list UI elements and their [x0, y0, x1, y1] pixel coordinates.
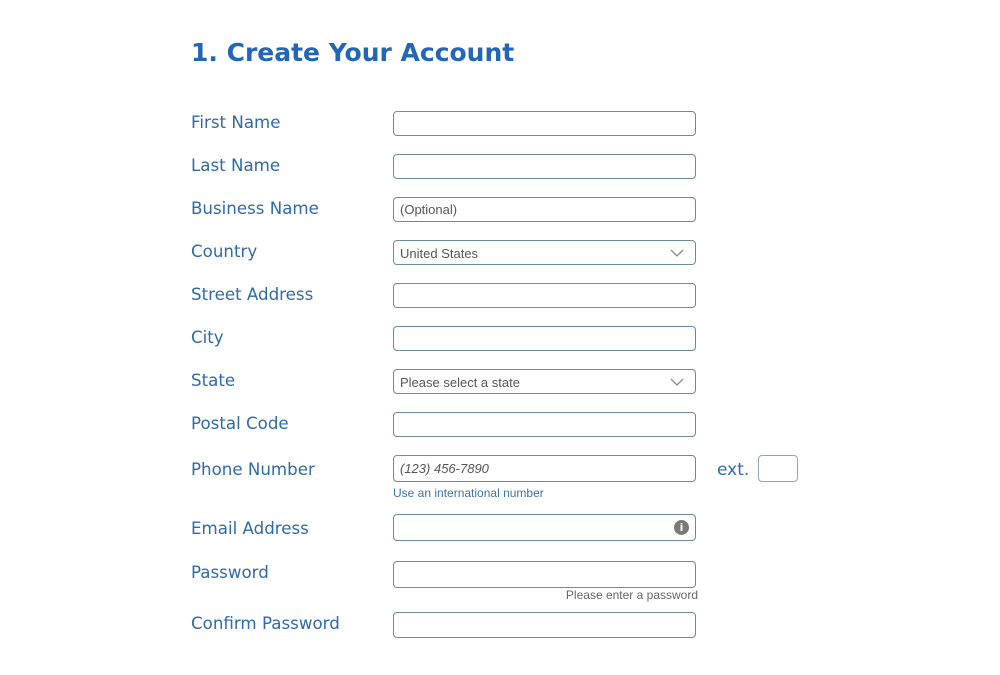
chevron-down-icon — [670, 378, 684, 386]
phone-ext-field-wrapper — [758, 455, 798, 482]
country-select[interactable]: United States — [393, 240, 696, 265]
business-name-field-wrapper — [393, 197, 696, 222]
business-name-input[interactable] — [394, 198, 695, 221]
street-address-field-wrapper — [393, 283, 696, 308]
street-address-input[interactable] — [394, 284, 695, 307]
business-name-label: Business Name — [191, 199, 319, 219]
postal-code-input[interactable] — [394, 413, 695, 436]
phone-ext-label: ext. — [717, 460, 750, 480]
password-hint: Please enter a password — [565, 588, 698, 602]
phone-number-field-wrapper — [393, 455, 696, 482]
confirm-password-field-wrapper — [393, 612, 696, 638]
email-address-input[interactable] — [394, 515, 695, 540]
first-name-field-wrapper — [393, 111, 696, 136]
postal-code-field-wrapper — [393, 412, 696, 437]
first-name-input[interactable] — [394, 112, 695, 135]
city-input[interactable] — [394, 327, 695, 350]
state-selected-value: Please select a state — [400, 375, 520, 390]
email-address-field-wrapper: i — [393, 514, 696, 541]
info-icon[interactable]: i — [674, 520, 689, 535]
city-label: City — [191, 328, 224, 348]
phone-number-label: Phone Number — [191, 460, 315, 480]
postal-code-label: Postal Code — [191, 414, 289, 434]
last-name-label: Last Name — [191, 156, 281, 176]
last-name-field-wrapper — [393, 154, 696, 179]
country-label: Country — [191, 242, 258, 262]
confirm-password-label: Confirm Password — [191, 614, 340, 634]
password-input[interactable] — [394, 562, 695, 587]
country-selected-value: United States — [400, 246, 479, 261]
password-field-wrapper — [393, 561, 696, 588]
city-field-wrapper — [393, 326, 696, 351]
confirm-password-input[interactable] — [394, 613, 695, 637]
page-title: 1. Create Your Account — [191, 38, 515, 67]
password-label: Password — [191, 563, 269, 583]
international-number-link[interactable]: Use an international number — [393, 486, 544, 500]
chevron-down-icon — [670, 249, 684, 257]
email-address-label: Email Address — [191, 519, 309, 539]
phone-number-input[interactable] — [394, 456, 695, 481]
last-name-input[interactable] — [394, 155, 695, 178]
street-address-label: Street Address — [191, 285, 314, 305]
state-select[interactable]: Please select a state — [393, 369, 696, 394]
state-label: State — [191, 371, 236, 391]
first-name-label: First Name — [191, 113, 281, 133]
phone-ext-input[interactable] — [759, 456, 797, 481]
